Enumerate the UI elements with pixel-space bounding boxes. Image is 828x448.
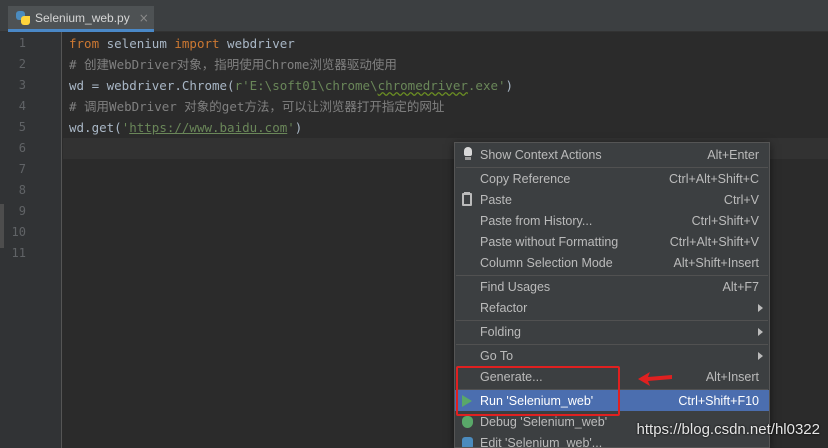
- editor-tab-bar: Selenium_web.py ×: [0, 0, 828, 32]
- edit-configuration-icon: [462, 437, 473, 447]
- menu-item-paste-without-formatting[interactable]: Paste without Formatting Ctrl+Alt+Shift+…: [455, 231, 769, 252]
- menu-item-refactor[interactable]: Refactor: [455, 297, 769, 318]
- menu-item-go-to[interactable]: Go To: [455, 345, 769, 366]
- code-line-3: wd = webdriver.Chrome(r'E:\soft01\chrome…: [69, 75, 513, 96]
- menu-item-shortcut: Alt+Insert: [705, 369, 759, 384]
- menu-item-label: Paste: [480, 192, 512, 207]
- url-link[interactable]: https://www.baidu.com: [129, 120, 287, 135]
- menu-item-label: Go To: [480, 348, 514, 363]
- code-text: ): [505, 78, 514, 93]
- menu-item-paste-from-history[interactable]: Paste from History... Ctrl+Shift+V: [455, 210, 769, 231]
- menu-item-label: Copy Reference: [480, 171, 571, 186]
- menu-item-shortcut: Ctrl+V: [723, 192, 759, 207]
- module-name: selenium: [99, 36, 175, 51]
- submenu-arrow-icon: [758, 303, 763, 312]
- menu-item-label: Refactor: [480, 300, 528, 315]
- menu-item-label: Debug 'Selenium_web': [480, 414, 608, 429]
- menu-item-label: Column Selection Mode: [480, 255, 613, 270]
- line-number-gutter: 1 2 3 4 5 6 7 8 9 10 11: [0, 32, 62, 448]
- menu-item-label: Paste without Formatting: [480, 234, 619, 249]
- lightbulb-base: [465, 157, 471, 160]
- code-line-1: from selenium import webdriver: [69, 33, 295, 54]
- line-number: 7: [18, 162, 26, 176]
- string-literal-typo: chromedriver: [377, 78, 468, 93]
- clipboard-clip: [464, 192, 470, 195]
- line-number: 4: [18, 99, 26, 113]
- line-number: 3: [18, 78, 26, 92]
- code-text: wd.get(: [69, 120, 122, 135]
- menu-item-find-usages[interactable]: Find Usages Alt+F7: [455, 276, 769, 297]
- import-name: webdriver: [219, 36, 295, 51]
- line-number: 2: [18, 57, 26, 71]
- tab-label: Selenium_web.py: [35, 10, 130, 25]
- tab-selenium-web[interactable]: Selenium_web.py ×: [8, 6, 154, 32]
- code-line-2: # 创建WebDriver对象，指明使用Chrome浏览器驱动使用: [69, 57, 397, 72]
- line-number: 6: [18, 141, 26, 155]
- keyword-from: from: [69, 36, 100, 51]
- menu-item-copy-reference[interactable]: Copy Reference Ctrl+Alt+Shift+C: [455, 168, 769, 189]
- menu-item-shortcut: Ctrl+Shift+V: [691, 213, 759, 228]
- string-quote: ': [287, 120, 295, 135]
- menu-item-label: Show Context Actions: [480, 147, 602, 162]
- submenu-arrow-icon: [758, 351, 763, 360]
- line-number: 10: [11, 225, 26, 239]
- lightbulb-icon: [464, 147, 472, 156]
- submenu-arrow-icon: [758, 327, 763, 336]
- code-text: wd = webdriver.Chrome(: [69, 78, 235, 93]
- code-line-4: # 调用WebDriver 对象的get方法，可以让浏览器打开指定的网址: [69, 99, 445, 114]
- line-number: 5: [18, 120, 26, 134]
- menu-item-folding[interactable]: Folding: [455, 321, 769, 342]
- menu-item-label: Paste from History...: [480, 213, 593, 228]
- menu-item-shortcut: Alt+Enter: [707, 147, 759, 162]
- menu-item-shortcut: Ctrl+Shift+F10: [678, 393, 759, 408]
- menu-item-shortcut: Alt+F7: [722, 279, 759, 294]
- string-literal: r'E:\soft01\chrome\: [234, 78, 378, 93]
- annotation-arrow-icon: [638, 372, 672, 386]
- debug-icon: [462, 416, 473, 428]
- line-number: 9: [18, 204, 26, 218]
- menu-item-label: Find Usages: [480, 279, 551, 294]
- menu-item-label: Folding: [480, 324, 521, 339]
- menu-item-paste[interactable]: Paste Ctrl+V: [455, 189, 769, 210]
- line-number: 1: [18, 36, 26, 50]
- menu-item-label: Edit 'Selenium_web'...: [480, 435, 603, 448]
- close-icon[interactable]: ×: [139, 11, 149, 25]
- menu-item-shortcut: Ctrl+Alt+Shift+C: [669, 171, 759, 186]
- menu-item-shortcut: Ctrl+Alt+Shift+V: [669, 234, 759, 249]
- watermark: https://blog.csdn.net/hl0322: [636, 421, 820, 438]
- keyword-import: import: [174, 36, 220, 51]
- annotation-highlight-box: [456, 366, 620, 416]
- menu-item-column-selection-mode[interactable]: Column Selection Mode Alt+Shift+Insert: [455, 252, 769, 273]
- line-number: 11: [11, 246, 26, 260]
- menu-item-show-context-actions[interactable]: Show Context Actions Alt+Enter: [455, 144, 769, 165]
- python-file-icon: [16, 10, 30, 25]
- string-literal: .exe': [467, 78, 506, 93]
- code-text: ): [294, 120, 303, 135]
- line-number: 8: [18, 183, 26, 197]
- menu-item-shortcut: Alt+Shift+Insert: [673, 255, 759, 270]
- code-line-5: wd.get('https://www.baidu.com'): [69, 117, 302, 138]
